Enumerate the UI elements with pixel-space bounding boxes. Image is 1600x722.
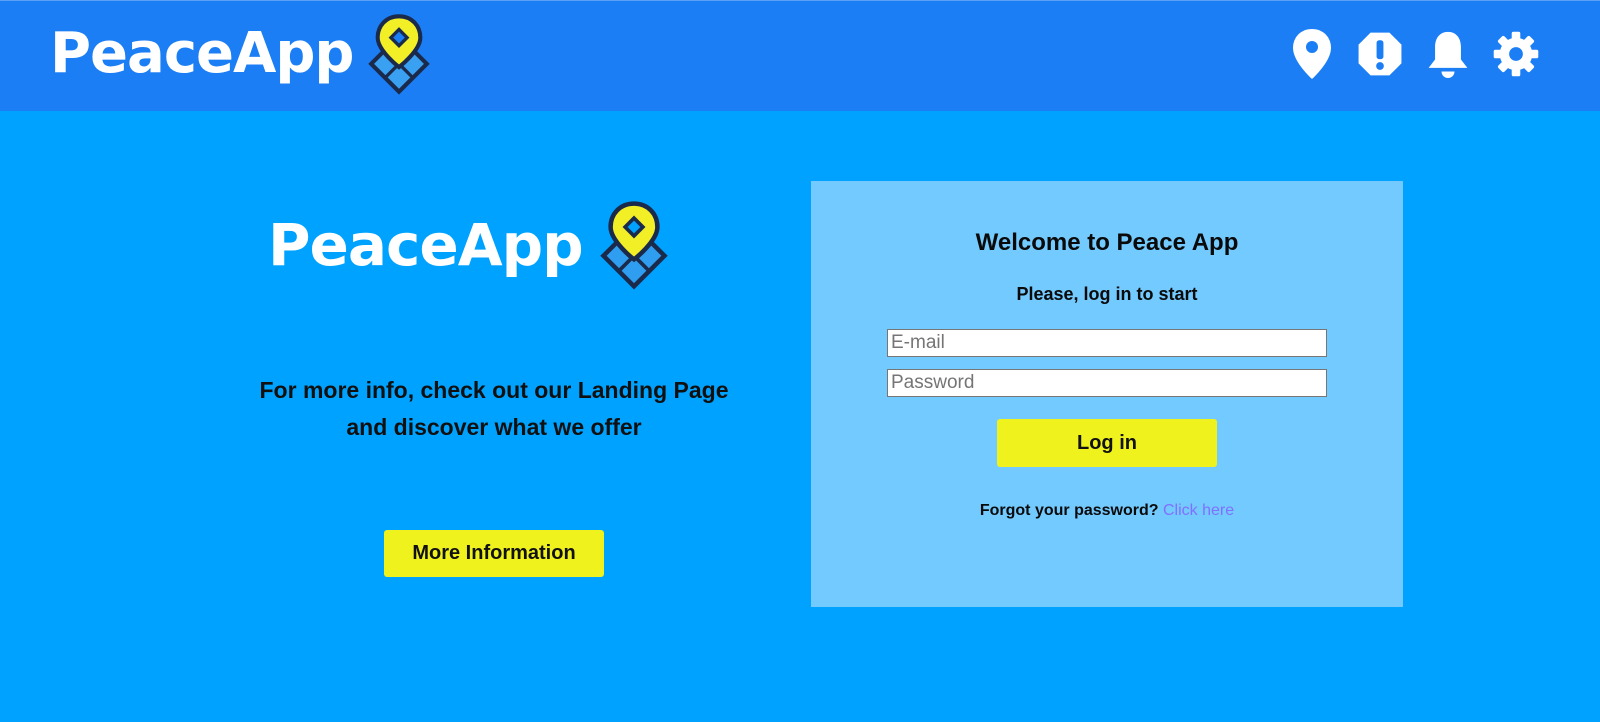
hero-logo-text: PeaceApp <box>268 211 584 279</box>
forgot-password-row: Forgot your password? Click here <box>811 502 1403 520</box>
map-pin-logo-icon <box>599 201 668 290</box>
landing-page-info-text: For more info, check out our Landing Pag… <box>259 377 729 440</box>
forgot-password-link[interactable]: Click here <box>1163 502 1234 519</box>
login-subtitle: Please, log in to start <box>1016 284 1198 304</box>
login-title: Welcome to Peace App <box>975 229 1239 256</box>
bell-icon[interactable] <box>1424 26 1472 82</box>
top-nav-bar: PeaceApp <box>0 0 1600 111</box>
hero-logo: PeaceApp <box>268 200 679 290</box>
alert-octagon-icon[interactable] <box>1356 26 1404 82</box>
location-pin-icon[interactable] <box>1288 26 1336 82</box>
login-button[interactable]: Log in <box>997 419 1217 467</box>
map-pin-logo-icon <box>367 14 430 95</box>
login-card: Welcome to Peace App Please, log in to s… <box>811 181 1403 607</box>
more-information-button[interactable]: More Information <box>384 530 604 577</box>
gear-icon[interactable] <box>1492 26 1540 82</box>
header-logo[interactable]: PeaceApp <box>50 13 440 95</box>
forgot-password-text: Forgot your password? <box>979 502 1159 519</box>
header-icon-group <box>1288 26 1540 82</box>
email-field[interactable] <box>887 329 1327 357</box>
header-logo-text: PeaceApp <box>50 21 354 86</box>
password-field[interactable] <box>887 369 1327 397</box>
